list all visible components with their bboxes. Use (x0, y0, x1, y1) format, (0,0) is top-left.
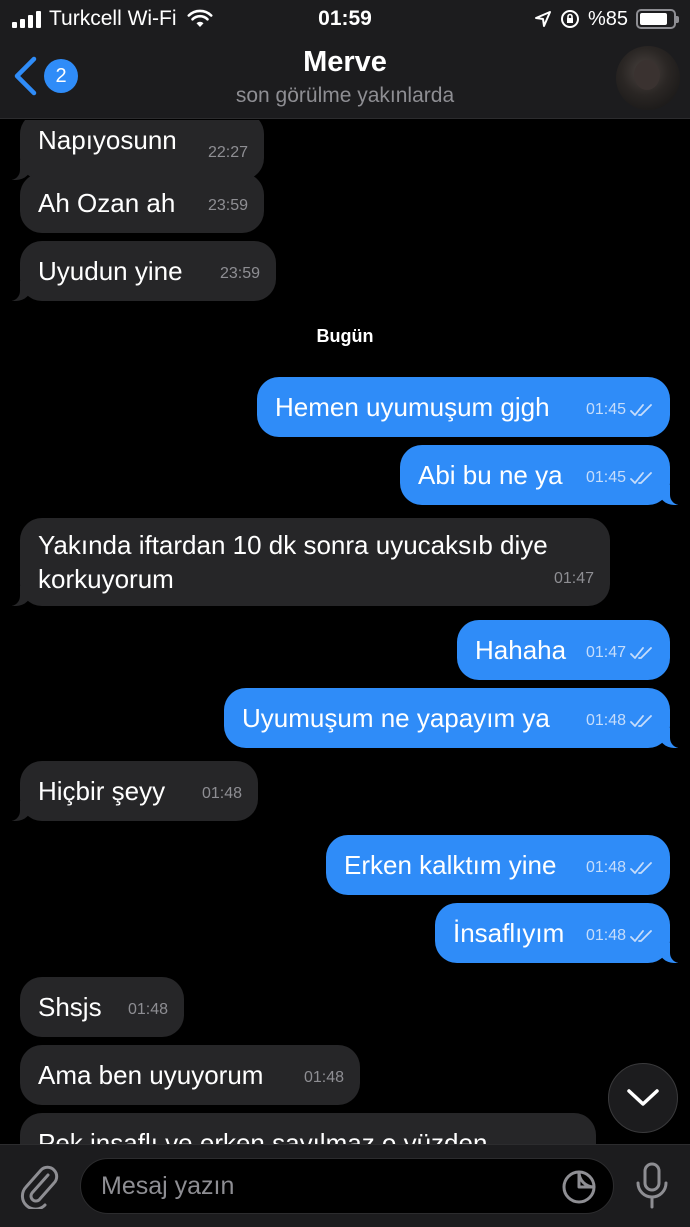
battery-icon (636, 9, 679, 29)
avatar[interactable] (616, 46, 680, 110)
message-text: Uyudun yine (38, 256, 183, 286)
message-incoming[interactable]: Hiçbir şeyy 01:48 (0, 761, 258, 821)
message-text: Ama ben uyuyorum (38, 1060, 264, 1090)
status-right: %85 (534, 6, 679, 32)
message-meta: 01:47 (586, 636, 654, 670)
message-meta: 01:45 (586, 393, 654, 427)
double-check-icon (630, 472, 652, 484)
status-bar: Turkcell Wi-Fi 01:59 %85 (0, 0, 690, 40)
message-text: Erken kalktım yine (344, 850, 557, 880)
message-time: 01:48 (201, 785, 242, 802)
message-text: Hiçbir şeyy (38, 776, 166, 806)
message-time: 23:59 (207, 197, 248, 214)
message-input-bar (0, 1144, 690, 1227)
message-incoming[interactable]: Shsjs 01:48 (20, 977, 184, 1037)
message-outgoing[interactable]: Abi bu ne ya 01:45 (400, 445, 690, 505)
message-time: 01:48 (303, 1069, 344, 1086)
message-meta: 01:48 (586, 851, 654, 885)
message-text-line2: korkuyorum (38, 564, 174, 594)
message-outgoing[interactable]: Hemen uyumuşum gjgh 01:45 (257, 377, 670, 437)
message-meta: 01:48 (586, 704, 654, 738)
double-check-icon (630, 404, 652, 416)
battery-percent: %85 (587, 7, 628, 30)
message-time: 22:27 (207, 144, 248, 161)
message-text: Uyumuşum ne yapayım ya (242, 703, 550, 733)
message-text: İnsaflıyım (453, 918, 565, 948)
location-arrow-icon (534, 11, 551, 27)
chat-header: 2 Merve son görülme yakınlarda (0, 40, 690, 119)
microphone-icon[interactable] (634, 1161, 670, 1211)
message-text: Yakında iftardan 10 dk sonra uyucaksıb d… (38, 530, 548, 560)
double-check-icon (630, 862, 652, 874)
message-time: 23:59 (219, 265, 260, 282)
message-text: Napıyosunn (38, 125, 177, 155)
message-outgoing[interactable]: Erken kalktım yine 01:48 (326, 835, 670, 895)
message-list[interactable]: Napıyosunn 22:27 Ah Ozan ah 23:59 Uyudun… (0, 120, 690, 1144)
message-incoming[interactable]: Ah Ozan ah 23:59 (20, 173, 264, 233)
message-text: Abi bu ne ya (418, 460, 563, 490)
message-meta: 01:48 (586, 919, 654, 953)
message-time: 01:47 (553, 570, 594, 587)
double-check-icon (630, 715, 652, 727)
message-field[interactable] (80, 1158, 614, 1214)
message-text: Hahaha (475, 635, 567, 665)
last-seen-status: son görülme yakınlarda (235, 84, 455, 107)
message-outgoing[interactable]: Hahaha 01:47 (457, 620, 670, 680)
message-incoming[interactable]: Uyudun yine 23:59 (0, 241, 276, 301)
scroll-to-bottom-button[interactable] (608, 1063, 678, 1133)
message-outgoing[interactable]: Uyumuşum ne yapayım ya 01:48 (224, 688, 690, 748)
paperclip-icon[interactable] (18, 1163, 62, 1209)
message-incoming[interactable]: Ama ben uyuyorum 01:48 (20, 1045, 360, 1105)
orientation-lock-icon (560, 10, 579, 28)
chevron-down-icon (627, 1089, 659, 1106)
message-input[interactable] (101, 1169, 541, 1203)
sticker-icon[interactable] (561, 1169, 597, 1205)
message-outgoing[interactable]: İnsaflıyım 01:48 (435, 903, 690, 963)
message-text: Ah Ozan ah (38, 188, 176, 218)
contact-name[interactable]: Merve (0, 46, 690, 79)
message-incoming[interactable]: Yakında iftardan 10 dk sonra uyucaksıb d… (0, 518, 610, 606)
message-text: Hemen uyumuşum gjgh (275, 392, 550, 422)
date-separator: Bugün (316, 326, 374, 346)
message-meta: 01:45 (586, 461, 654, 495)
message-text: Pek insaflı ve erken sayılmaz o yüzden (38, 1128, 488, 1144)
message-time: 01:48 (127, 1001, 168, 1018)
message-incoming[interactable]: Pek insaflı ve erken sayılmaz o yüzden (20, 1113, 596, 1144)
double-check-icon (630, 647, 652, 659)
message-incoming[interactable]: Napıyosunn 22:27 (0, 120, 264, 180)
double-check-icon (630, 930, 652, 942)
message-text: Shsjs (38, 992, 102, 1022)
